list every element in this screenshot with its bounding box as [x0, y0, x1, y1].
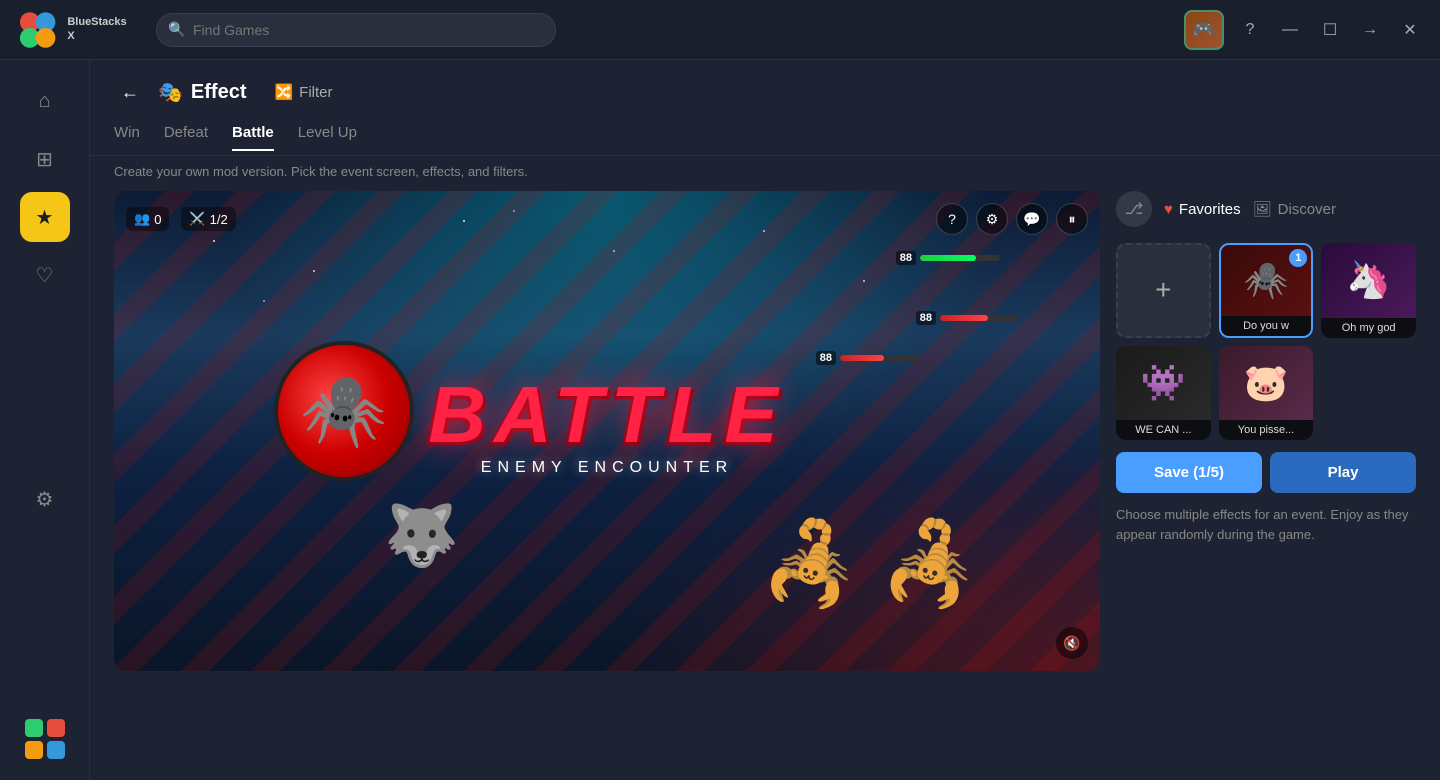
bluestacks-logo — [16, 8, 59, 52]
hud-users: 👥 0 — [126, 207, 169, 231]
health-bar-enemy: 88 — [816, 351, 920, 365]
preview-container: 👥 0 ⚔️ 1/2 ? ⚙ 💬 ⏸ — [90, 191, 1440, 780]
game-preview: 👥 0 ⚔️ 1/2 ? ⚙ 💬 ⏸ — [114, 191, 1100, 671]
close-button[interactable]: ✕ — [1396, 16, 1424, 44]
add-thumbnail-button[interactable]: + — [1116, 243, 1211, 338]
discover-icon: 🖼 — [1253, 200, 1272, 218]
back-button[interactable]: ← — [114, 76, 146, 108]
thumbnail-do-you-w[interactable]: 🕷️ Do you w 1 — [1219, 243, 1314, 338]
discover-button[interactable]: 🖼 Discover — [1253, 200, 1336, 218]
wolf-creature: 🐺 — [384, 500, 459, 571]
heart-icon: ♥ — [1164, 201, 1173, 218]
bluestacks-bottom-icon — [20, 714, 70, 764]
tab-win[interactable]: Win — [114, 124, 140, 151]
search-bar: 🔍 — [156, 13, 556, 47]
thumbnail-you-pisse-label: You pisse... — [1219, 420, 1314, 440]
logo-area: BlueStacks X — [16, 8, 136, 52]
hud-right: ? ⚙ 💬 ⏸ — [936, 203, 1088, 235]
tabs-row: Win Defeat Battle Level Up — [90, 116, 1440, 156]
thumbnail-you-pisse[interactable]: 🐷 You pisse... — [1219, 346, 1314, 441]
game-scene: 👥 0 ⚔️ 1/2 ? ⚙ 💬 ⏸ — [114, 191, 1100, 671]
effect-title: 🎭 Effect — [158, 80, 246, 105]
effect-title-text: Effect — [191, 81, 247, 104]
thumbnail-you-pisse-img: 🐷 — [1219, 346, 1314, 421]
filter-icon: 🔀 — [274, 83, 293, 101]
users-icon: 👥 — [134, 211, 150, 227]
spider-circle: 🕷️ — [274, 341, 414, 481]
play-button[interactable]: Play — [1270, 452, 1416, 493]
thumbnail-oh-my-god-img: 🦄 — [1321, 243, 1416, 318]
app-name: BlueStacks X — [67, 16, 136, 42]
health-bar-mid: 88 — [916, 311, 1020, 325]
save-button[interactable]: Save (1/5) — [1116, 452, 1262, 493]
hud-swords: ⚔️ 1/2 — [181, 207, 235, 231]
search-input[interactable] — [156, 13, 556, 47]
share-button[interactable]: ⎇ — [1116, 191, 1152, 227]
effect-icon: 🎭 — [158, 80, 183, 105]
avatar-button[interactable]: 🎮 — [1184, 10, 1224, 50]
battle-overlay: BATTLE ENEMY ENCOUNTER — [428, 375, 786, 477]
maximize-button[interactable]: ☐ — [1316, 16, 1344, 44]
hud-chat-btn[interactable]: 💬 — [1016, 203, 1048, 235]
sidebar-item-apps[interactable]: ⊞ — [20, 134, 70, 184]
hud-settings-btn[interactable]: ⚙ — [976, 203, 1008, 235]
thumbnail-we-can[interactable]: 👾 WE CAN ... — [1116, 346, 1211, 441]
filter-button[interactable]: 🔀 Filter — [274, 83, 332, 101]
panel-description: Choose multiple effects for an event. En… — [1116, 505, 1416, 544]
forward-button[interactable]: → — [1356, 16, 1384, 44]
enemy-encounter: ENEMY ENCOUNTER — [428, 459, 786, 477]
sidebar-item-effects[interactable]: ★ — [20, 192, 70, 242]
thumbnail-we-can-label: WE CAN ... — [1116, 420, 1211, 440]
right-panel: ⎇ ♥ Favorites 🖼 Discover + — [1116, 191, 1416, 764]
swords-icon: ⚔️ — [189, 211, 205, 227]
content-header: ← 🎭 Effect 🔀 Filter — [90, 60, 1440, 116]
tab-defeat[interactable]: Defeat — [164, 124, 208, 151]
sidebar: ⌂ ⊞ ★ ♡ ⚙ — [0, 60, 90, 780]
volume-button[interactable]: 🔇 — [1056, 627, 1088, 659]
hud-help-btn[interactable]: ? — [936, 203, 968, 235]
enemy-group: 🦂 🦂 — [761, 517, 980, 611]
enemy-2: 🦂 — [880, 517, 980, 611]
thumbnail-oh-my-god[interactable]: 🦄 Oh my god — [1321, 243, 1416, 338]
thumbnail-oh-my-god-label: Oh my god — [1321, 318, 1416, 338]
help-button[interactable]: ? — [1236, 16, 1264, 44]
game-hud: 👥 0 ⚔️ 1/2 ? ⚙ 💬 ⏸ — [126, 203, 1088, 235]
sidebar-item-settings[interactable]: ⚙ — [20, 474, 70, 524]
main-layout: ⌂ ⊞ ★ ♡ ⚙ ← 🎭 Effect 🔀 — [0, 60, 1440, 780]
thumbnail-do-you-w-label: Do you w — [1221, 316, 1312, 336]
health-bar-top: 88 — [896, 251, 1000, 265]
tab-level-up[interactable]: Level Up — [298, 124, 357, 151]
action-buttons: Save (1/5) Play — [1116, 452, 1416, 493]
sidebar-item-favorites[interactable]: ♡ — [20, 250, 70, 300]
title-bar-right: 🎮 ? — ☐ → ✕ — [1184, 10, 1424, 50]
enemy-1: 🦂 — [761, 517, 861, 611]
panel-top-row: ⎇ ♥ Favorites 🖼 Discover — [1116, 191, 1416, 227]
sidebar-item-home[interactable]: ⌂ — [20, 76, 70, 126]
subtitle-text: Create your own mod version. Pick the ev… — [90, 156, 1440, 191]
search-icon: 🔍 — [168, 21, 185, 38]
hud-left: 👥 0 ⚔️ 1/2 — [126, 207, 236, 231]
content-area: ← 🎭 Effect 🔀 Filter Win Defeat Battle Le… — [90, 60, 1440, 780]
battle-title: BATTLE — [428, 375, 786, 455]
hud-pause-btn[interactable]: ⏸ — [1056, 203, 1088, 235]
thumbnail-we-can-img: 👾 — [1116, 346, 1211, 421]
title-bar: BlueStacks X 🔍 🎮 ? — ☐ → ✕ — [0, 0, 1440, 60]
tab-battle[interactable]: Battle — [232, 124, 274, 151]
thumbnails-grid: + 🕷️ Do you w 1 🦄 Oh my god 👾 — [1116, 243, 1416, 440]
minimize-button[interactable]: — — [1276, 16, 1304, 44]
share-icon: ⎇ — [1125, 199, 1143, 219]
spider-character: 🕷️ — [274, 341, 434, 521]
favorites-button[interactable]: ♥ Favorites — [1164, 201, 1241, 218]
